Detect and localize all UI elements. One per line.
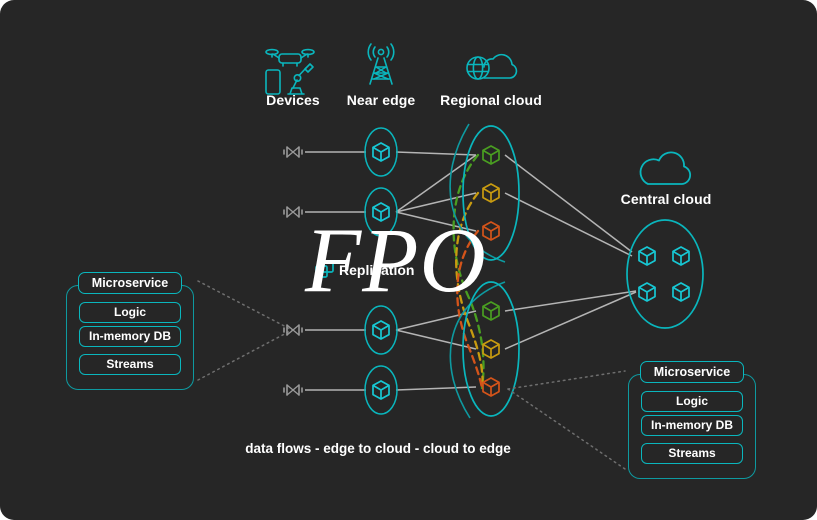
column-label-regional-cloud: Regional cloud <box>440 92 542 108</box>
regional-to-central-links <box>504 154 637 350</box>
right-microservice-callout <box>507 370 626 470</box>
microservice-left-item-in-memory-db[interactable]: In-memory DB <box>79 326 181 347</box>
globe-cloud-icon <box>466 53 518 80</box>
microservice-right-item-logic[interactable]: Logic <box>641 391 743 412</box>
central-cloud-label: Central cloud <box>620 191 712 207</box>
regional-bottom-cubes <box>482 301 500 397</box>
diagram-canvas: Devices Near edge Regional cloud Central… <box>0 0 817 520</box>
column-label-devices: Devices <box>266 92 320 108</box>
central-cloud-cubes <box>638 246 690 302</box>
microservice-right-item-streams[interactable]: Streams <box>641 443 743 464</box>
microservice-left-title: Microservice <box>78 272 182 294</box>
device-antenna-icons <box>283 146 303 396</box>
column-label-near-edge: Near edge <box>346 92 416 108</box>
central-cloud-ellipse <box>626 219 704 329</box>
left-microservice-callout <box>197 280 293 381</box>
cell-tower-icon <box>367 43 395 85</box>
devices-icon <box>265 48 315 95</box>
microservice-right-title: Microservice <box>640 361 744 383</box>
fpo-watermark: FPO <box>305 209 487 311</box>
microservice-left-item-logic[interactable]: Logic <box>79 302 181 323</box>
diagram-caption: data flows - edge to cloud - cloud to ed… <box>245 441 511 456</box>
cloud-icon <box>639 151 691 185</box>
microservice-left-item-streams[interactable]: Streams <box>79 354 181 375</box>
microservice-right-item-in-memory-db[interactable]: In-memory DB <box>641 415 743 436</box>
